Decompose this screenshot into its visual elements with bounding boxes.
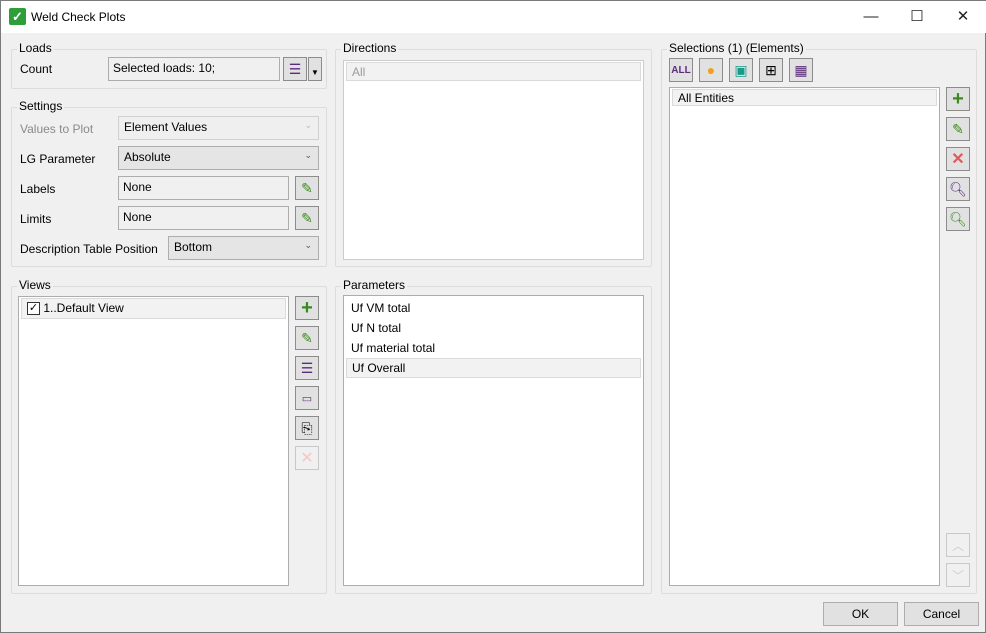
parameter-item[interactable]: Uf VM total (346, 299, 641, 318)
parameter-item[interactable]: Uf N total (346, 319, 641, 338)
edit-labels-pencil-icon[interactable]: ✎ (295, 176, 319, 200)
zoom-selection-purple-magnifier-icon[interactable]: 🔍︎ (946, 177, 970, 201)
values-to-plot-label: Values to Plot (20, 122, 93, 136)
settings-group-label: Settings (17, 99, 64, 113)
view-checkbox[interactable]: ✓ (27, 302, 40, 315)
edit-selection-pencil-icon[interactable]: ✎ (946, 117, 970, 141)
directions-group-label: Directions (341, 41, 398, 55)
select-by-region-icon[interactable]: ▣ (729, 58, 753, 82)
title-bar (1, 1, 986, 33)
delete-selection-x-icon[interactable]: ✕ (946, 147, 970, 171)
minimize-button[interactable]: — (848, 1, 894, 33)
maximize-button[interactable]: ☐ (894, 1, 940, 33)
app-check-icon: ✓ (9, 8, 26, 25)
chevron-down-icon: ⌄ (304, 120, 312, 131)
loads-dropdown-button[interactable]: ▼ (308, 57, 322, 81)
add-view-plus-icon[interactable]: + (295, 296, 319, 320)
select-all-button[interactable]: ALL (669, 58, 693, 82)
selections-list[interactable]: All Entities (669, 87, 940, 586)
direction-item: All (346, 62, 641, 81)
zoom-selection-green-magnifier-icon[interactable]: 🔍︎ (946, 207, 970, 231)
copy-view-icon[interactable]: ⎘ (295, 416, 319, 440)
view-item[interactable]: ✓ 1..Default View (21, 298, 286, 319)
parameters-list[interactable]: Uf VM total Uf N total Uf material total… (343, 295, 644, 586)
count-label: Count (20, 62, 52, 76)
add-selection-plus-icon[interactable]: + (946, 87, 970, 111)
selections-group-label: Selections (1) (Elements) (667, 41, 806, 55)
parameter-item-selected[interactable]: Uf Overall (346, 358, 641, 378)
move-down-chevron-icon: ﹀ (946, 563, 970, 587)
lg-parameter-label: LG Parameter (20, 152, 95, 166)
views-group-label: Views (17, 278, 53, 292)
move-up-chevron-icon: ︿ (946, 533, 970, 557)
view-item-label: 1..Default View (43, 301, 124, 315)
select-elements-grid-icon[interactable]: ⊞ (759, 58, 783, 82)
selection-item[interactable]: All Entities (672, 89, 937, 106)
labels-label: Labels (20, 182, 55, 196)
directions-list: All (343, 60, 644, 260)
delete-view-x-icon: ✕ (295, 446, 319, 470)
limits-field[interactable]: None (118, 206, 289, 230)
description-table-position-select[interactable]: Bottom ⌄ (168, 236, 319, 260)
view-list-icon[interactable]: ☰ (295, 356, 319, 380)
chevron-down-icon: ⌄ (304, 150, 312, 161)
limits-label: Limits (20, 212, 51, 226)
parameters-group-label: Parameters (341, 278, 407, 292)
chevron-down-icon: ⌄ (304, 240, 312, 251)
edit-limits-pencil-icon[interactable]: ✎ (295, 206, 319, 230)
views-list[interactable]: ✓ 1..Default View (18, 296, 289, 586)
ok-button[interactable]: OK (823, 602, 898, 626)
cancel-button[interactable]: Cancel (904, 602, 979, 626)
select-objects-icon[interactable]: ● (699, 58, 723, 82)
lg-parameter-value: Absolute (124, 150, 171, 164)
loads-group-label: Loads (17, 41, 54, 55)
values-to-plot-value: Element Values (124, 120, 207, 134)
description-table-position-value: Bottom (174, 240, 212, 254)
labels-field[interactable]: None (118, 176, 289, 200)
window-title: Weld Check Plots (31, 10, 125, 24)
rename-view-icon[interactable]: ▭ (295, 386, 319, 410)
count-field[interactable]: Selected loads: 10; (108, 57, 280, 81)
edit-view-pencil-icon[interactable]: ✎ (295, 326, 319, 350)
select-mesh-grid-icon[interactable]: ▦ (789, 58, 813, 82)
lg-parameter-select[interactable]: Absolute ⌄ (118, 146, 319, 170)
select-loads-list-icon[interactable]: ☰ (283, 57, 307, 81)
values-to-plot-select: Element Values ⌄ (118, 116, 319, 140)
parameter-item[interactable]: Uf material total (346, 339, 641, 358)
close-button[interactable]: ✕ (940, 1, 986, 33)
description-table-position-label: Description Table Position (20, 242, 158, 256)
